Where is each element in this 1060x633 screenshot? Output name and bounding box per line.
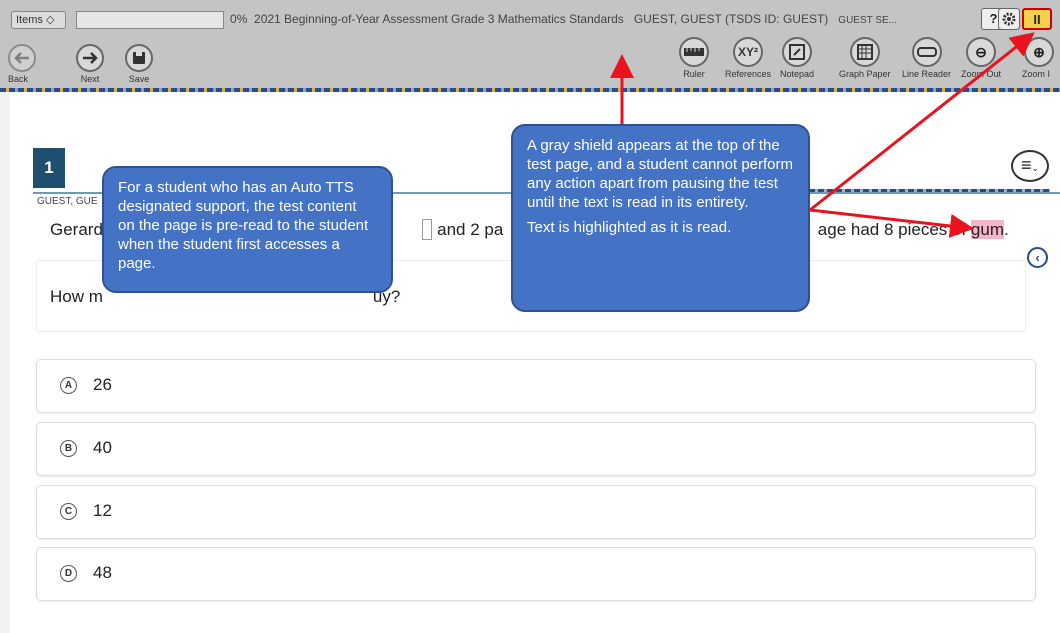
zoom-out-icon: ⊖ xyxy=(975,43,987,60)
gray-shield-toolbar: Items ◇ 0% 2021 Beginning-of-Year Assess… xyxy=(0,0,1060,92)
ruler-tool-button[interactable]: Ruler xyxy=(679,37,709,79)
line-reader-icon xyxy=(916,47,937,57)
callout-auto-tts: For a student who has an Auto TTS design… xyxy=(102,166,393,293)
zoom-out-tool-button[interactable]: ⊖ Zoom Out xyxy=(961,37,1001,79)
arrow-left-icon xyxy=(14,52,29,64)
choice-letter: D xyxy=(60,565,77,582)
question-header-dots xyxy=(800,189,1050,192)
choice-value: 40 xyxy=(93,438,112,457)
arrow-right-icon xyxy=(83,52,98,64)
xy-squared-icon: XY² xyxy=(738,45,759,59)
line-reader-tool-button[interactable]: Line Reader xyxy=(902,37,951,79)
question-number: 1 xyxy=(33,148,65,188)
save-button[interactable]: Save xyxy=(125,44,153,84)
graph-paper-tool-button[interactable]: Graph Paper xyxy=(839,37,891,79)
test-title: 0% 2021 Beginning-of-Year Assessment Gra… xyxy=(230,12,898,26)
zoom-in-tool-button[interactable]: ⊕ Zoom I xyxy=(1018,37,1060,79)
items-dropdown[interactable]: Items ◇ xyxy=(11,11,66,29)
highlighted-word: gum xyxy=(970,220,1004,239)
notepad-tool-button[interactable]: Notepad xyxy=(780,37,814,79)
toolbar-divider xyxy=(0,88,1060,92)
next-button[interactable]: Next xyxy=(76,44,104,84)
back-button[interactable]: Back xyxy=(8,44,36,84)
student-name: GUEST, GUE xyxy=(37,196,98,207)
zoom-in-icon: ⊕ xyxy=(1033,43,1045,60)
choice-letter: C xyxy=(60,503,77,520)
progress-bar xyxy=(76,11,224,29)
choice-a[interactable]: A 26 xyxy=(36,359,1036,413)
left-edge xyxy=(0,92,10,633)
choice-value: 12 xyxy=(93,501,112,520)
save-icon xyxy=(133,52,145,64)
callout-gray-shield: A gray shield appears at the top of the … xyxy=(511,124,810,312)
choice-value: 26 xyxy=(93,375,112,394)
choice-letter: A xyxy=(60,377,77,394)
choice-value: 48 xyxy=(93,563,112,582)
choice-letter: B xyxy=(60,440,77,457)
choice-b[interactable]: B 40 xyxy=(36,422,1036,476)
collapse-chevron-icon[interactable]: ‹ xyxy=(1027,247,1048,268)
context-menu-button[interactable]: ≡⌄ xyxy=(1011,150,1049,182)
graph-paper-icon xyxy=(856,44,873,60)
gear-icon[interactable] xyxy=(998,8,1020,30)
ruler-icon xyxy=(684,48,704,56)
choice-d[interactable]: D 48 xyxy=(36,547,1036,601)
notepad-icon xyxy=(789,44,806,60)
stem-box xyxy=(421,219,433,240)
choice-c[interactable]: C 12 xyxy=(36,485,1036,539)
pause-button[interactable]: II xyxy=(1022,8,1052,30)
references-tool-button[interactable]: XY² References xyxy=(725,37,771,79)
